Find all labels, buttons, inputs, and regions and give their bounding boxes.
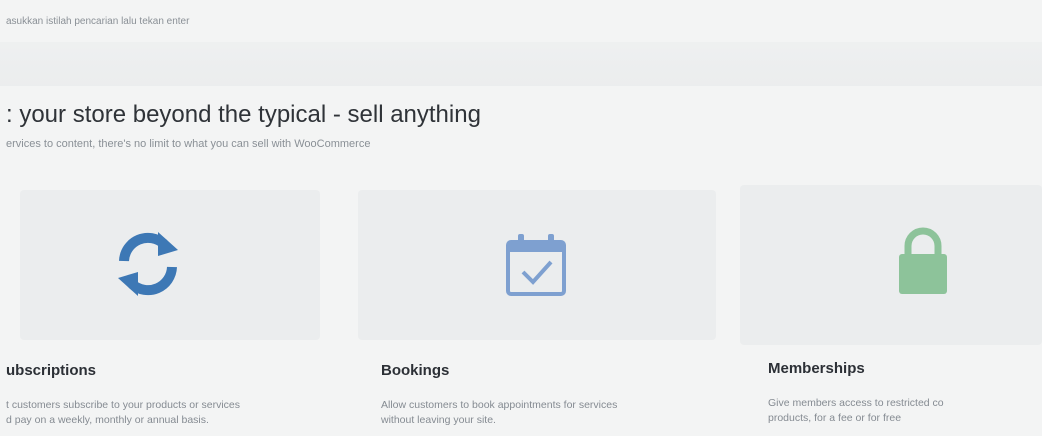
feature-description: Allow customers to book appointments for… — [381, 398, 701, 428]
feature-bookings: Bookings Allow customers to book appoint… — [381, 362, 701, 428]
search-hint[interactable]: asukkan istilah pencarian lalu tekan ent… — [6, 16, 189, 27]
background-panel — [740, 185, 1042, 345]
search-band — [0, 42, 1042, 86]
feature-title: Memberships — [768, 360, 865, 377]
feature-description: Give members access to restricted co pro… — [768, 396, 1038, 426]
feature-title: ubscriptions — [6, 362, 97, 379]
page-subtitle: ervices to content, there's no limit to … — [6, 138, 371, 150]
feature-description: t customers subscribe to your products o… — [6, 398, 326, 428]
calendar-check-icon — [506, 234, 566, 296]
feature-description-line: Allow customers to book appointments for… — [381, 399, 618, 411]
feature-description-line: products, for a fee or for free — [768, 412, 902, 424]
feature-title: Bookings — [381, 362, 450, 379]
feature-description-line: t customers subscribe to your products o… — [6, 399, 241, 411]
feature-description-line: d pay on a weekly, monthly or annual bas… — [6, 414, 209, 426]
page-title: : your store beyond the typical - sell a… — [6, 101, 481, 128]
feature-memberships: Memberships Give members access to restr… — [768, 360, 1038, 426]
feature-subscriptions: ubscriptions t customers subscribe to yo… — [6, 362, 326, 428]
lock-icon — [899, 227, 947, 294]
refresh-icon — [118, 232, 178, 296]
feature-description-line: without leaving your site. — [381, 414, 496, 426]
feature-description-line: Give members access to restricted co — [768, 397, 944, 409]
